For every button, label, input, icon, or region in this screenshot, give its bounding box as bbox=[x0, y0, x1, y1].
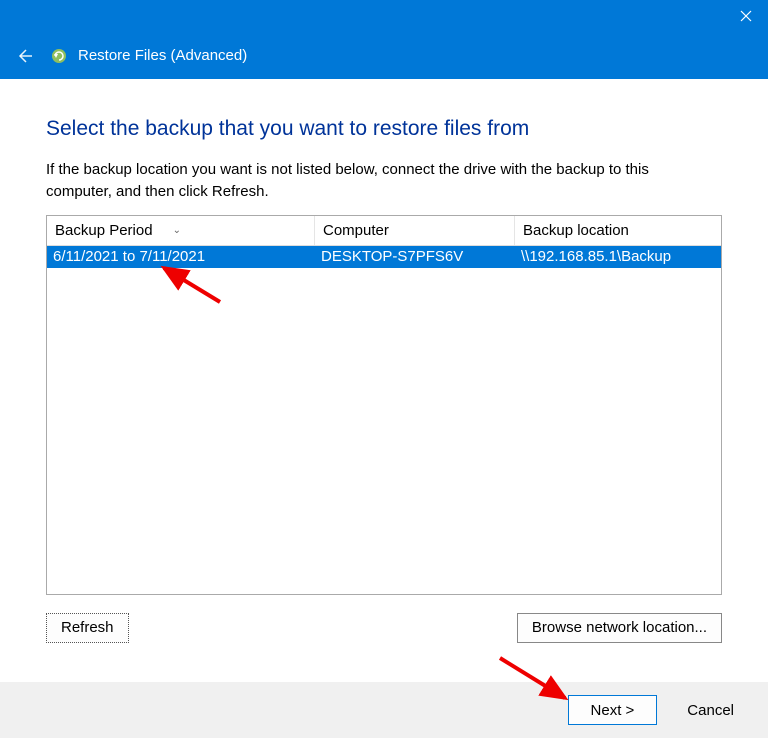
column-backup-period[interactable]: Backup Period ⌄ bbox=[47, 216, 315, 245]
next-button[interactable]: Next > bbox=[568, 695, 658, 725]
sort-indicator-icon: ⌄ bbox=[173, 225, 181, 236]
instruction-text: If the backup location you want is not l… bbox=[46, 159, 686, 203]
window-title: Restore Files (Advanced) bbox=[78, 47, 247, 64]
column-backup-location[interactable]: Backup location bbox=[515, 216, 721, 245]
column-headers: Backup Period ⌄ Computer Backup location bbox=[47, 216, 721, 246]
page-title: Select the backup that you want to resto… bbox=[46, 117, 722, 141]
title-bar bbox=[0, 0, 768, 32]
backup-row[interactable]: 6/11/2021 to 7/11/2021 DESKTOP-S7PFS6V \… bbox=[47, 246, 721, 268]
backup-list: Backup Period ⌄ Computer Backup location… bbox=[46, 215, 722, 595]
back-button[interactable] bbox=[8, 40, 40, 72]
column-computer[interactable]: Computer bbox=[315, 216, 515, 245]
column-label: Backup location bbox=[523, 222, 629, 239]
close-icon bbox=[740, 10, 752, 22]
wizard-footer: Next > Cancel bbox=[0, 682, 768, 738]
column-label: Computer bbox=[323, 222, 389, 239]
back-arrow-icon bbox=[14, 46, 34, 66]
restore-files-icon bbox=[50, 47, 68, 65]
backup-rows: 6/11/2021 to 7/11/2021 DESKTOP-S7PFS6V \… bbox=[47, 246, 721, 594]
cancel-button[interactable]: Cancel bbox=[667, 695, 754, 725]
refresh-button[interactable]: Refresh bbox=[46, 613, 129, 643]
column-label: Backup Period bbox=[55, 222, 153, 239]
wizard-header: Restore Files (Advanced) bbox=[0, 32, 768, 79]
cell-computer: DESKTOP-S7PFS6V bbox=[315, 248, 515, 265]
browse-network-button[interactable]: Browse network location... bbox=[517, 613, 722, 643]
cell-location: \\192.168.85.1\Backup bbox=[515, 248, 721, 265]
close-button[interactable] bbox=[723, 0, 768, 32]
cell-period: 6/11/2021 to 7/11/2021 bbox=[47, 248, 315, 265]
action-row: Refresh Browse network location... bbox=[46, 613, 722, 643]
wizard-content: Select the backup that you want to resto… bbox=[0, 79, 768, 643]
